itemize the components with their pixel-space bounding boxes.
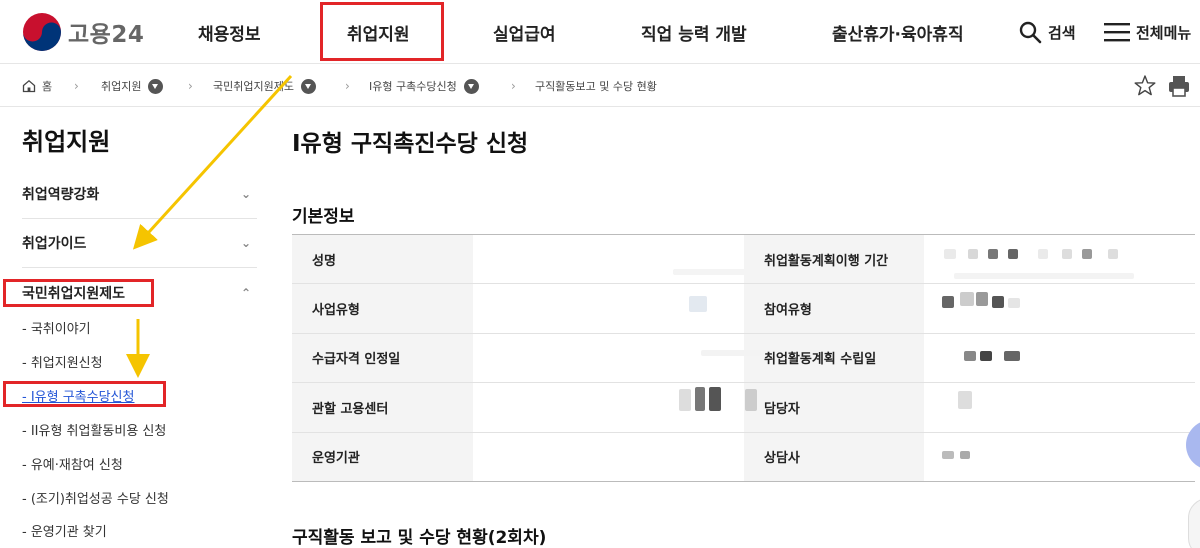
top-header: 고용24 채용정보 취업지원 실업급여 직업 능력 개발 출산휴가·육아휴직 검… — [0, 0, 1200, 64]
sidebar-sub-find-operator[interactable]: - 운영기관 찾기 — [22, 521, 107, 540]
print-icon[interactable] — [1166, 73, 1192, 99]
breadcrumb-separator: › — [511, 79, 516, 93]
floating-top-button[interactable] — [1188, 498, 1200, 548]
nav-job-info[interactable]: 채용정보 — [198, 0, 261, 64]
section-title-basic-info: 기본정보 — [292, 207, 355, 227]
field-value-eligibility-date — [473, 333, 761, 383]
field-label-participation-type: 참여유형 — [744, 284, 924, 333]
dropdown-icon[interactable] — [463, 78, 479, 94]
field-label-operator: 운영기관 — [292, 432, 473, 481]
chevron-down-icon: ⌄ — [240, 187, 251, 201]
field-value-plan-date — [924, 333, 1195, 383]
breadcrumb-employment-support[interactable]: 취업지원 — [101, 65, 164, 107]
site-logo[interactable]: 고용24 — [22, 11, 144, 53]
page-title: I유형 구직촉진수당 신청 — [292, 131, 529, 157]
nav-vocational-training[interactable]: 직업 능력 개발 — [641, 0, 747, 64]
sidebar-sub-story[interactable]: - 국취이야기 — [22, 318, 91, 337]
nav-unemployment-benefit[interactable]: 실업급여 — [493, 0, 556, 64]
breadcrumb-home-label: 홈 — [42, 80, 53, 93]
field-value-participation-type — [924, 284, 1195, 333]
star-icon[interactable] — [1132, 73, 1158, 99]
field-label-plan-period: 취업활동계획이행 기간 — [744, 235, 924, 284]
breadcrumb-home[interactable]: 홈 — [22, 65, 52, 107]
breadcrumb-separator: › — [74, 79, 79, 93]
taegeuk-logo-icon — [23, 13, 61, 51]
sidebar-sub-early-success[interactable]: - (조기)취업성공 수당 신청 — [22, 488, 169, 507]
chevron-up-icon: ⌃ — [240, 285, 251, 300]
dropdown-icon[interactable] — [300, 78, 316, 94]
field-value-manager — [924, 383, 1195, 432]
breadcrumb-separator: › — [345, 79, 350, 93]
breadcrumb-national-employment[interactable]: 국민취업지원제도 — [213, 65, 316, 107]
search-button[interactable]: 검색 — [1018, 0, 1076, 64]
field-value-plan-period — [924, 235, 1195, 284]
field-label-business-type: 사업유형 — [292, 284, 473, 333]
hamburger-menu-icon — [1104, 23, 1130, 42]
breadcrumb-label: 구직활동보고 및 수당 현황 — [535, 80, 657, 93]
sidebar-sub-type1-allowance[interactable]: - I유형 구촉수당신청 — [22, 386, 134, 405]
field-value-operator — [473, 432, 744, 481]
field-value-employment-center — [473, 383, 757, 432]
table-row: 관할 고용센터 담당자 — [292, 383, 1195, 433]
search-icon — [1019, 21, 1042, 44]
table-row: 수급자격 인정일 취업활동계획 수립일 — [292, 333, 1195, 384]
sidebar-sub-type2-cost[interactable]: - II유형 취업활동비용 신청 — [22, 420, 166, 439]
sidebar-item-guide[interactable]: 취업가이드 ⌄ — [22, 219, 257, 268]
breadcrumb-label: I유형 구촉수당신청 — [369, 80, 457, 93]
field-label-plan-date: 취업활동계획 수립일 — [744, 333, 924, 383]
breadcrumb-label: 국민취업지원제도 — [213, 80, 294, 93]
section-title-report-status: 구직활동 보고 및 수당 현황(2회차) — [292, 528, 547, 548]
breadcrumb-current: 구직활동보고 및 수당 현황 — [535, 65, 657, 107]
field-label-eligibility-date: 수급자격 인정일 — [292, 333, 473, 383]
sidebar-item-competency[interactable]: 취업역량강화 ⌄ — [22, 170, 257, 219]
sidebar-item-label: 취업가이드 — [22, 236, 87, 252]
all-menu-label: 전체메뉴 — [1136, 23, 1192, 42]
breadcrumb-separator: › — [188, 79, 193, 93]
breadcrumb-label: 취업지원 — [101, 80, 142, 93]
table-row: 운영기관 상담사 — [292, 432, 1195, 482]
sidebar-sub-apply[interactable]: - 취업지원신청 — [22, 352, 103, 371]
basic-info-table: 성명 취업활동계획이행 기간 사업유형 참여유형 수급자격 인정일 취업활동계획… — [292, 234, 1195, 482]
field-label-employment-center: 관할 고용센터 — [292, 383, 473, 432]
home-icon — [22, 79, 36, 93]
nav-employment-support[interactable]: 취업지원 — [347, 0, 410, 64]
field-label-name: 성명 — [292, 235, 473, 284]
logo-text: 고용24 — [68, 22, 145, 48]
sidebar-item-national-employment[interactable]: 국민취업지원제도 ⌃ — [22, 268, 257, 317]
sidebar-item-label: 취업역량강화 — [22, 187, 100, 203]
field-label-counselor: 상담사 — [744, 432, 924, 481]
nav-parental-leave[interactable]: 출산휴가·육아휴직 — [832, 0, 964, 64]
search-label: 검색 — [1048, 23, 1076, 42]
field-value-name — [473, 235, 809, 284]
dropdown-icon[interactable] — [148, 78, 164, 94]
field-label-manager: 담당자 — [744, 383, 924, 432]
field-value-business-type — [473, 284, 744, 333]
table-row: 성명 취업활동계획이행 기간 — [292, 235, 1195, 285]
chevron-down-icon: ⌄ — [240, 236, 251, 250]
breadcrumb-type1-allowance[interactable]: I유형 구촉수당신청 — [369, 65, 479, 107]
all-menu-button[interactable]: 전체메뉴 — [1104, 0, 1191, 64]
sidebar-item-label: 국민취업지원제도 — [22, 285, 126, 302]
sidebar-sub-deferral[interactable]: - 유예·재참여 신청 — [22, 454, 123, 473]
table-row: 사업유형 참여유형 — [292, 284, 1195, 334]
field-value-counselor — [924, 432, 1195, 481]
sidebar-title: 취업지원 — [22, 128, 111, 156]
breadcrumb: 홈 › 취업지원 › 국민취업지원제도 › I유형 구촉수당신청 › 구직활동보… — [0, 65, 1200, 107]
